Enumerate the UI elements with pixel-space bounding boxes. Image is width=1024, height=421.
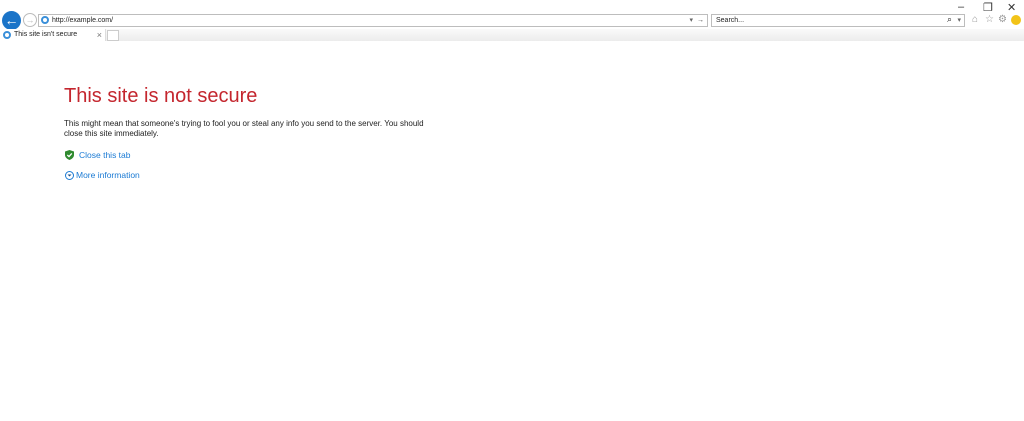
shield-check-icon [65, 150, 74, 160]
ie-page-icon [41, 16, 49, 24]
search-placeholder: Search... [716, 17, 745, 24]
more-information-label: More information [76, 170, 140, 180]
tab-ie-icon [3, 31, 11, 39]
close-tab-link[interactable]: Close this tab [65, 150, 131, 160]
tab-title: This site isn't secure [14, 31, 78, 38]
page-description: This might mean that someone's trying to… [64, 119, 424, 138]
address-dropdown-icon[interactable]: ▾ [689, 15, 693, 26]
go-arrow-icon[interactable]: → [697, 15, 704, 26]
home-icon[interactable]: ⌂ [972, 14, 978, 25]
new-tab-button[interactable] [107, 30, 119, 41]
feedback-smiley-icon[interactable] [1011, 15, 1021, 25]
minimize-button[interactable]: – [958, 1, 964, 13]
address-bar[interactable]: http://example.com/ ▾ → [38, 14, 708, 27]
tab-active[interactable]: This site isn't secure × [0, 29, 106, 41]
restore-button[interactable]: ❐ [983, 1, 993, 14]
search-input[interactable]: Search... ⌕ ▾ [711, 14, 965, 27]
settings-icon[interactable]: ⚙ [998, 14, 1007, 25]
address-url: http://example.com/ [52, 17, 114, 24]
tab-close-button[interactable]: × [97, 29, 102, 41]
favorites-icon[interactable]: ☆ [985, 14, 994, 25]
forward-button[interactable]: → [23, 13, 37, 27]
search-dropdown-icon[interactable]: ▾ [957, 15, 961, 26]
more-information-link[interactable]: More information [65, 170, 140, 180]
tab-bar [0, 29, 1024, 41]
close-window-button[interactable]: ✕ [1007, 1, 1016, 14]
back-button[interactable]: ← [2, 11, 21, 30]
close-tab-label: Close this tab [79, 150, 131, 160]
page-title: This site is not secure [64, 85, 258, 107]
search-icon[interactable]: ⌕ [947, 14, 952, 25]
chevron-down-circle-icon [65, 170, 74, 180]
